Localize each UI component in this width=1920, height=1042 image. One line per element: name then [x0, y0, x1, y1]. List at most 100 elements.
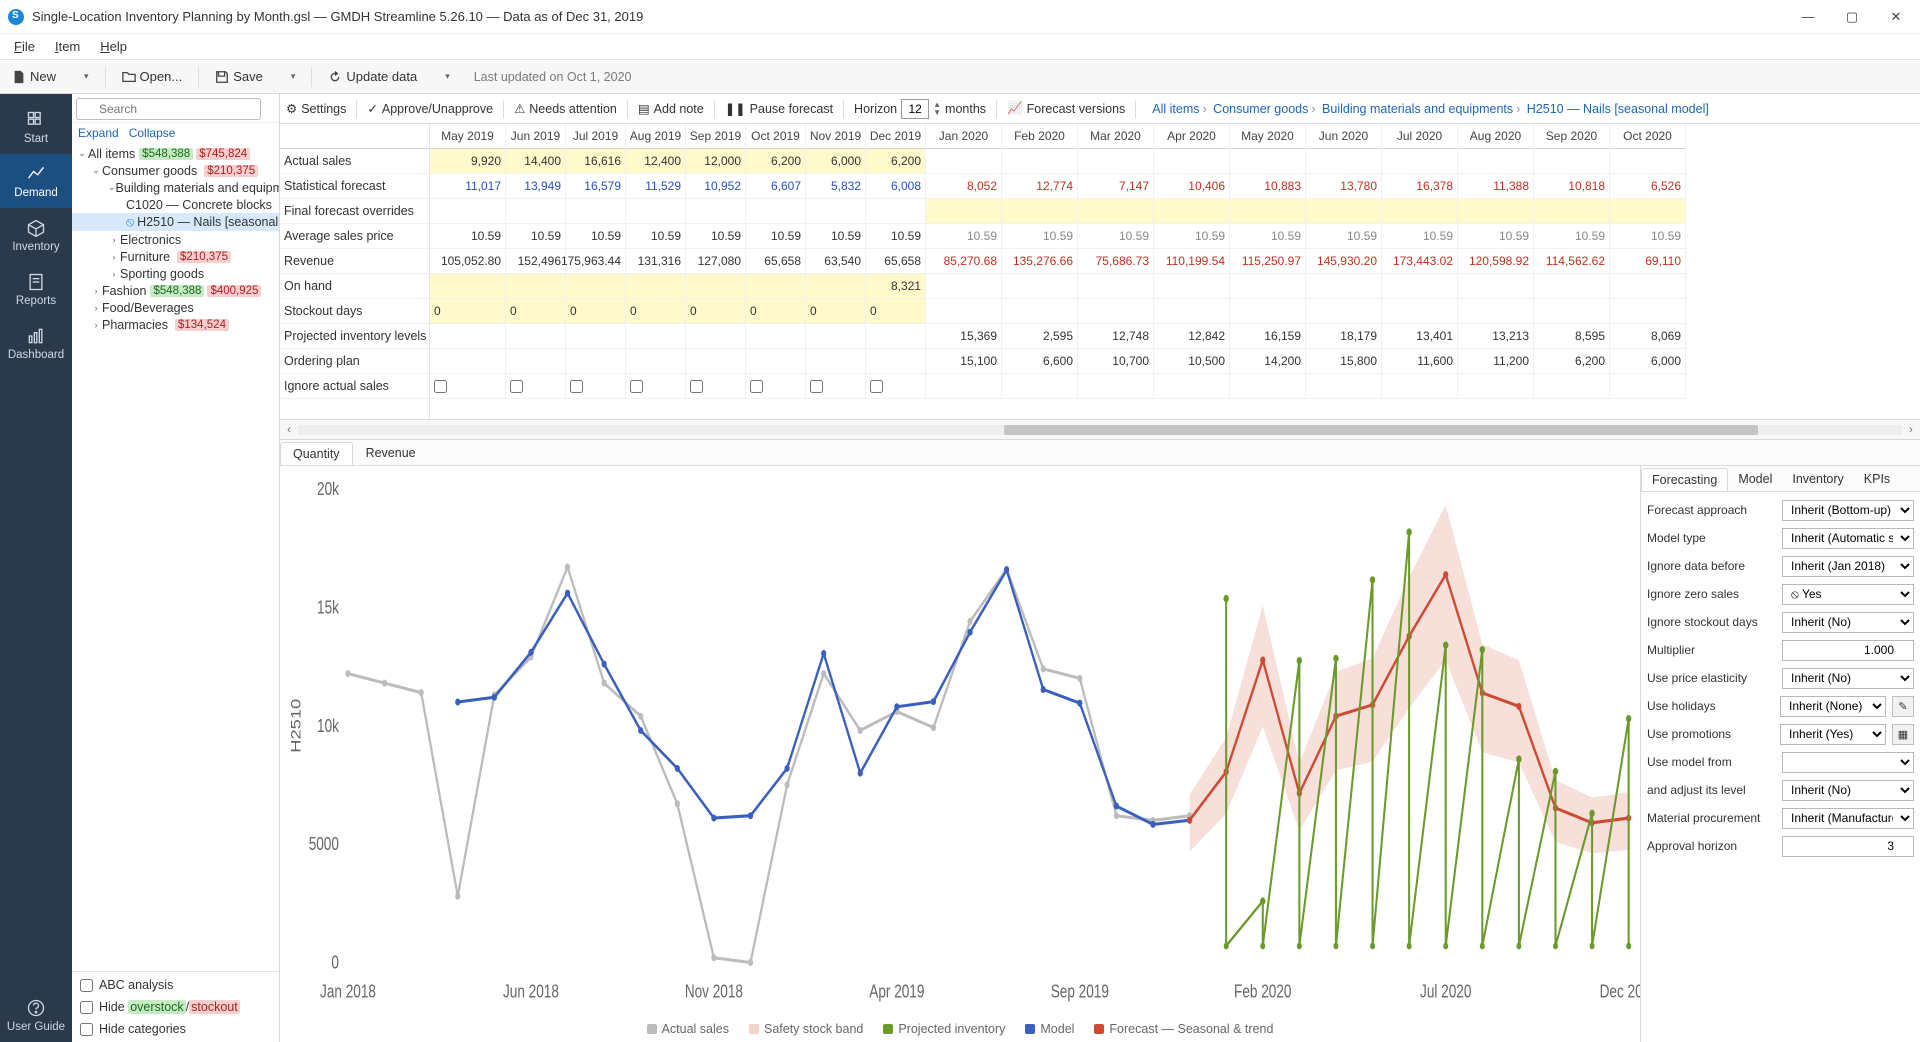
grid-cell[interactable]: 175,963.44 [566, 249, 625, 274]
nav-inventory[interactable]: Inventory [0, 208, 72, 262]
grid-cell[interactable]: 10.59 [1534, 224, 1609, 249]
grid-cell[interactable]: 10.59 [866, 224, 925, 249]
grid-cell[interactable]: 13,780 [1306, 174, 1381, 199]
grid-cell[interactable]: 63,540 [806, 249, 865, 274]
grid-cell[interactable]: 10.59 [506, 224, 565, 249]
grid-cell[interactable] [1154, 149, 1229, 174]
horizon-input[interactable] [901, 99, 929, 119]
grid-cell[interactable]: 10,500 [1154, 349, 1229, 374]
grid-cell[interactable] [430, 199, 505, 224]
grid-cell[interactable]: 12,842 [1154, 324, 1229, 349]
tree-fashion[interactable]: ›Fashion$548,388$400,925 [72, 282, 279, 299]
grid-cell[interactable] [1230, 374, 1305, 399]
grid-cell[interactable] [1230, 299, 1305, 324]
grid-cell[interactable]: 6,008 [866, 174, 925, 199]
grid-cell[interactable] [1154, 274, 1229, 299]
open-button[interactable]: Open... [114, 65, 191, 88]
grid-cell[interactable]: 13,401 [1382, 324, 1457, 349]
grid-cell[interactable] [806, 349, 865, 374]
grid-cell[interactable]: 14,200 [1230, 349, 1305, 374]
grid-cell[interactable] [430, 274, 505, 299]
nav-demand[interactable]: Demand [0, 154, 72, 208]
sp-tab-model[interactable]: Model [1728, 468, 1782, 490]
grid-cell[interactable] [746, 199, 805, 224]
ignore-checkbox[interactable] [434, 380, 447, 393]
tree-elec[interactable]: ›Electronics [72, 231, 279, 248]
grid-cell[interactable] [806, 324, 865, 349]
ignore-checkbox[interactable] [510, 380, 523, 393]
holidays-select[interactable]: Inherit (None) [1780, 696, 1886, 717]
tab-revenue[interactable]: Revenue [353, 441, 429, 464]
grid-cell[interactable] [430, 324, 505, 349]
ignore-zero-select[interactable]: ⦸ Yes [1782, 584, 1914, 605]
tree-c1020[interactable]: C1020 — Concrete blocks [72, 196, 279, 213]
grid-cell[interactable]: 127,080 [686, 249, 745, 274]
ignore-before-select[interactable]: Inherit (Jan 2018) [1782, 556, 1914, 577]
grid-cell[interactable]: 6,200 [746, 149, 805, 174]
grid-cell[interactable]: 75,686.73 [1078, 249, 1153, 274]
tree-collapse[interactable]: Collapse [129, 126, 176, 140]
menu-file[interactable]: File [4, 35, 45, 58]
grid-cell[interactable] [626, 274, 685, 299]
grid-cell[interactable]: 0 [686, 299, 745, 324]
grid-cell[interactable] [1610, 274, 1685, 299]
grid-cell[interactable] [926, 199, 1001, 224]
grid-scrollbar[interactable]: ‹ › [280, 420, 1920, 440]
grid-cell[interactable] [1306, 374, 1381, 399]
grid-cell[interactable]: 120,598.92 [1458, 249, 1533, 274]
grid-cell[interactable] [926, 274, 1001, 299]
model-type-select[interactable]: Inherit (Automatic selection) [1782, 528, 1914, 549]
grid-cell[interactable]: 10,406 [1154, 174, 1229, 199]
grid-cell[interactable] [566, 349, 625, 374]
nav-reports[interactable]: Reports [0, 262, 72, 316]
tree-sporting[interactable]: ›Sporting goods [72, 265, 279, 282]
grid-cell[interactable] [1382, 199, 1457, 224]
grid-cell[interactable] [1458, 374, 1533, 399]
grid-cell[interactable]: 10.59 [1154, 224, 1229, 249]
add-note-button[interactable]: ▤ Add note [638, 101, 704, 116]
grid-cell[interactable]: 105,052.80 [430, 249, 505, 274]
grid-cell[interactable]: 10.59 [806, 224, 865, 249]
grid-cell[interactable]: 10.59 [1002, 224, 1077, 249]
grid-cell[interactable]: 115,250.97 [1230, 249, 1305, 274]
grid-cell[interactable] [746, 349, 805, 374]
grid-cell[interactable] [1534, 274, 1609, 299]
grid-cell[interactable] [1230, 199, 1305, 224]
grid-cell[interactable]: 10.59 [686, 224, 745, 249]
grid-cell[interactable]: 173,443.02 [1382, 249, 1457, 274]
grid-cell[interactable]: 10,883 [1230, 174, 1305, 199]
grid-cell[interactable]: 16,159 [1230, 324, 1305, 349]
update-dropdown[interactable] [433, 67, 458, 86]
grid-cell[interactable] [1154, 299, 1229, 324]
minimize-button[interactable]: — [1796, 7, 1820, 27]
grid-cell[interactable]: 13,949 [506, 174, 565, 199]
sp-tab-kpis[interactable]: KPIs [1854, 468, 1900, 490]
grid-cell[interactable] [1534, 299, 1609, 324]
grid-cell[interactable] [1306, 149, 1381, 174]
grid-cell[interactable]: 10.59 [746, 224, 805, 249]
grid-cell[interactable]: 69,110 [1610, 249, 1685, 274]
grid-cell[interactable]: 85,270.68 [926, 249, 1001, 274]
grid-cell[interactable] [686, 324, 745, 349]
tab-quantity[interactable]: Quantity [280, 442, 353, 465]
new-button[interactable]: New [4, 65, 64, 88]
nav-start[interactable]: Start [0, 100, 72, 154]
grid-cell[interactable] [1002, 374, 1077, 399]
nav-userguide[interactable]: User Guide [0, 988, 72, 1042]
grid-cell[interactable] [1382, 149, 1457, 174]
grid-cell[interactable]: 131,316 [626, 249, 685, 274]
grid-cell[interactable] [1078, 199, 1153, 224]
sp-tab-inventory[interactable]: Inventory [1782, 468, 1853, 490]
crumb-item[interactable]: H2510 — Nails [seasonal model] [1527, 102, 1709, 116]
grid-cell[interactable]: 0 [566, 299, 625, 324]
grid-cell[interactable] [626, 374, 685, 399]
grid-cell[interactable] [506, 199, 565, 224]
grid-cell[interactable]: 65,658 [746, 249, 805, 274]
grid-cell[interactable]: 6,600 [1002, 349, 1077, 374]
grid-cell[interactable]: 10.59 [1382, 224, 1457, 249]
grid-cell[interactable] [1458, 199, 1533, 224]
tree-expand[interactable]: Expand [78, 126, 119, 140]
ignore-checkbox[interactable] [810, 380, 823, 393]
ignore-checkbox[interactable] [870, 380, 883, 393]
grid-cell[interactable] [1610, 199, 1685, 224]
